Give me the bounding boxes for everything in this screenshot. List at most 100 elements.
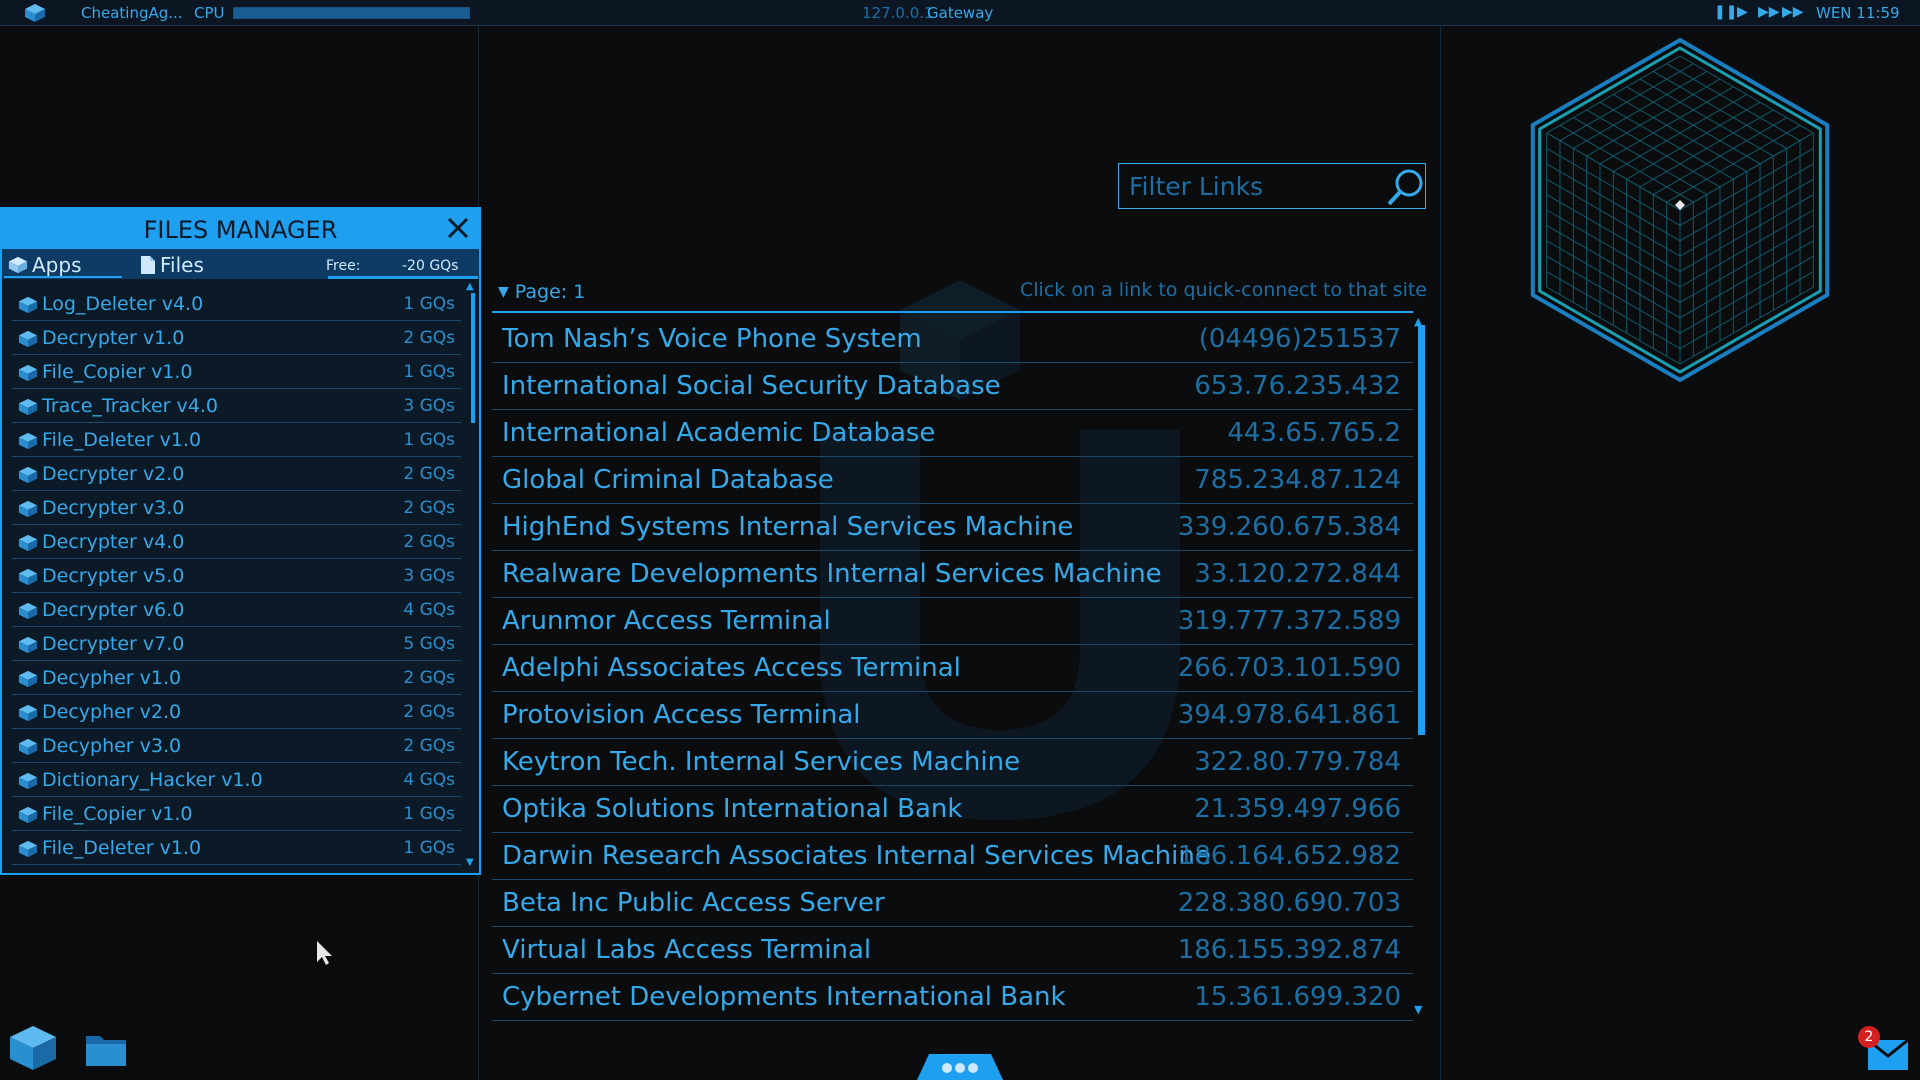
cube-icon — [8, 256, 28, 274]
app-list-item[interactable]: Decrypter v4.0 2 GQs — [12, 525, 461, 559]
search-icon[interactable] — [1385, 166, 1427, 208]
link-row[interactable]: Adelphi Associates Access Terminal 266.70… — [492, 645, 1413, 692]
link-row[interactable]: Protovision Access Terminal 394.978.641.8… — [492, 692, 1413, 739]
app-list-item[interactable]: Decrypter v2.0 2 GQs — [12, 457, 461, 491]
app-name: File_Deleter v1.0 — [42, 837, 202, 859]
app-size: 5 GQs — [403, 634, 455, 654]
app-name: Decypher v2.0 — [42, 701, 182, 723]
apps-cube-icon[interactable] — [8, 1024, 58, 1072]
link-row[interactable]: Cybernet Developments International Bank… — [492, 974, 1413, 1021]
cube-icon — [18, 806, 38, 824]
link-address: 33.120.272.844 — [1194, 559, 1401, 589]
link-address: 339.260.675.384 — [1177, 512, 1401, 542]
link-address: 443.65.765.2 — [1227, 418, 1401, 448]
pause-icon[interactable]: ❚❚ — [1714, 4, 1737, 20]
page-selector[interactable]: ▼ Page: 1 — [498, 281, 585, 303]
cube-icon — [18, 364, 38, 382]
app-list-item[interactable]: Decrypter v7.0 5 GQs — [12, 627, 461, 661]
apps-list-scrollbar[interactable] — [471, 293, 475, 423]
files-manager-title: FILES MANAGER — [143, 216, 338, 244]
app-size: 1 GQs — [403, 430, 455, 450]
app-list-item[interactable]: Decypher v3.0 2 GQs — [12, 729, 461, 763]
link-row[interactable]: Global Criminal Database 785.234.87.124 — [492, 457, 1413, 504]
app-name: Decrypter v6.0 — [42, 599, 185, 621]
filter-links-input[interactable] — [1127, 170, 1377, 202]
app-size: 4 GQs — [403, 770, 455, 790]
app-list-item[interactable]: Decypher v2.0 2 GQs — [12, 695, 461, 729]
link-name: Tom Nash’s Voice Phone System — [502, 324, 922, 354]
link-row[interactable]: Realware Developments Internal Services … — [492, 551, 1413, 598]
link-row[interactable]: Keytron Tech. Internal Services Machine 3… — [492, 739, 1413, 786]
links-scroll-down-icon[interactable]: ▼ — [1414, 1003, 1422, 1016]
tab-files[interactable]: Files — [140, 253, 204, 277]
cube-logo-icon[interactable] — [24, 3, 46, 23]
folder-icon[interactable] — [84, 1030, 128, 1068]
app-list-item[interactable]: Decrypter v1.0 2 GQs — [12, 321, 461, 355]
cube-icon — [18, 670, 38, 688]
more-options-button[interactable] — [917, 1052, 1003, 1080]
app-list-item[interactable]: File_Deleter v1.0 1 GQs — [12, 423, 461, 457]
quick-connect-hint: Click on a link to quick-connect to that… — [1020, 279, 1427, 301]
link-row[interactable]: International Academic Database 443.65.76… — [492, 410, 1413, 457]
app-list-item[interactable]: Trace_Tracker v4.0 3 GQs — [12, 389, 461, 423]
app-name: Trace_Tracker v4.0 — [42, 395, 218, 417]
app-list-item[interactable]: Dictionary_Hacker v1.0 4 GQs — [12, 763, 461, 797]
cube-icon — [18, 738, 38, 756]
play-icon[interactable]: ▶ — [1737, 4, 1748, 20]
app-list-item[interactable]: Decypher v1.0 2 GQs — [12, 661, 461, 695]
filter-links-box — [1118, 163, 1426, 209]
link-row[interactable]: Virtual Labs Access Terminal 186.155.392.… — [492, 927, 1413, 974]
app-name: Log_Deleter v4.0 — [42, 293, 204, 315]
app-size: 2 GQs — [403, 532, 455, 552]
fastest-forward-icon[interactable]: ▶▶ — [1782, 4, 1804, 20]
link-address: 266.703.101.590 — [1177, 653, 1401, 683]
link-address: 15.361.699.320 — [1194, 982, 1401, 1012]
app-size: 1 GQs — [403, 838, 455, 858]
game-clock: WEN 11:59 — [1816, 4, 1900, 22]
tab-files-label: Files — [160, 253, 204, 277]
app-size: 2 GQs — [403, 702, 455, 722]
link-row[interactable]: Arunmor Access Terminal 319.777.372.589 — [492, 598, 1413, 645]
app-list-item[interactable]: File_Copier v1.0 1 GQs — [12, 355, 461, 389]
app-size: 1 GQs — [403, 294, 455, 314]
link-row[interactable]: Darwin Research Associates Internal Serv… — [492, 833, 1413, 880]
app-list-item[interactable]: File_Deleter v1.0 1 GQs — [12, 831, 461, 865]
close-icon[interactable] — [444, 214, 472, 242]
link-name: Virtual Labs Access Terminal — [502, 935, 872, 965]
app-list-item[interactable]: File_Copier v1.0 1 GQs — [12, 797, 461, 831]
free-space-value: -20 GQs — [402, 258, 459, 274]
link-name: Keytron Tech. Internal Services Machine — [502, 747, 1021, 777]
app-name: Decrypter v1.0 — [42, 327, 185, 349]
files-manager-tabs: Apps Files Free: -20 GQs — [2, 249, 479, 279]
app-list-item[interactable]: Decrypter v5.0 3 GQs — [12, 559, 461, 593]
app-list-item[interactable]: Decrypter v6.0 4 GQs — [12, 593, 461, 627]
username-label: CheatingAg... — [81, 4, 183, 22]
app-name: File_Copier v1.0 — [42, 361, 193, 383]
top-bar: CheatingAg... CPU 127.0.0.1 Gateway ❚❚ ▶… — [0, 0, 1920, 26]
tab-apps[interactable]: Apps — [8, 253, 82, 277]
scroll-down-arrow-icon[interactable]: ▼ — [466, 857, 474, 868]
link-address: 228.380.690.703 — [1177, 888, 1401, 918]
link-name: Realware Developments Internal Services … — [502, 559, 1162, 589]
link-row[interactable]: International Social Security Database 65… — [492, 363, 1413, 410]
app-list-item[interactable]: Decrypter v3.0 2 GQs — [12, 491, 461, 525]
link-row[interactable]: Optika Solutions International Bank 21.35… — [492, 786, 1413, 833]
app-name: Decrypter v2.0 — [42, 463, 185, 485]
cube-icon — [18, 704, 38, 722]
files-manager-header[interactable]: FILES MANAGER — [2, 209, 479, 249]
cube-icon — [18, 432, 38, 450]
link-row[interactable]: Beta Inc Public Access Server 228.380.690… — [492, 880, 1413, 927]
links-scrollbar[interactable] — [1418, 325, 1425, 735]
app-name: File_Deleter v1.0 — [42, 429, 202, 451]
link-row[interactable]: Tom Nash’s Voice Phone System (04496)2515… — [492, 316, 1413, 363]
free-space-label: Free: — [326, 258, 361, 274]
link-name: International Academic Database — [502, 418, 936, 448]
scroll-up-arrow-icon[interactable]: ▲ — [466, 281, 474, 292]
app-name: Decrypter v3.0 — [42, 497, 185, 519]
link-address: 394.978.641.861 — [1177, 700, 1401, 730]
link-row[interactable]: HighEnd Systems Internal Services Machin… — [492, 504, 1413, 551]
app-list-item[interactable]: Log_Deleter v4.0 1 GQs — [12, 287, 461, 321]
cpu-usage-fill — [234, 8, 469, 18]
fast-forward-icon[interactable]: ▶▶ — [1758, 4, 1780, 20]
link-name: Beta Inc Public Access Server — [502, 888, 885, 918]
